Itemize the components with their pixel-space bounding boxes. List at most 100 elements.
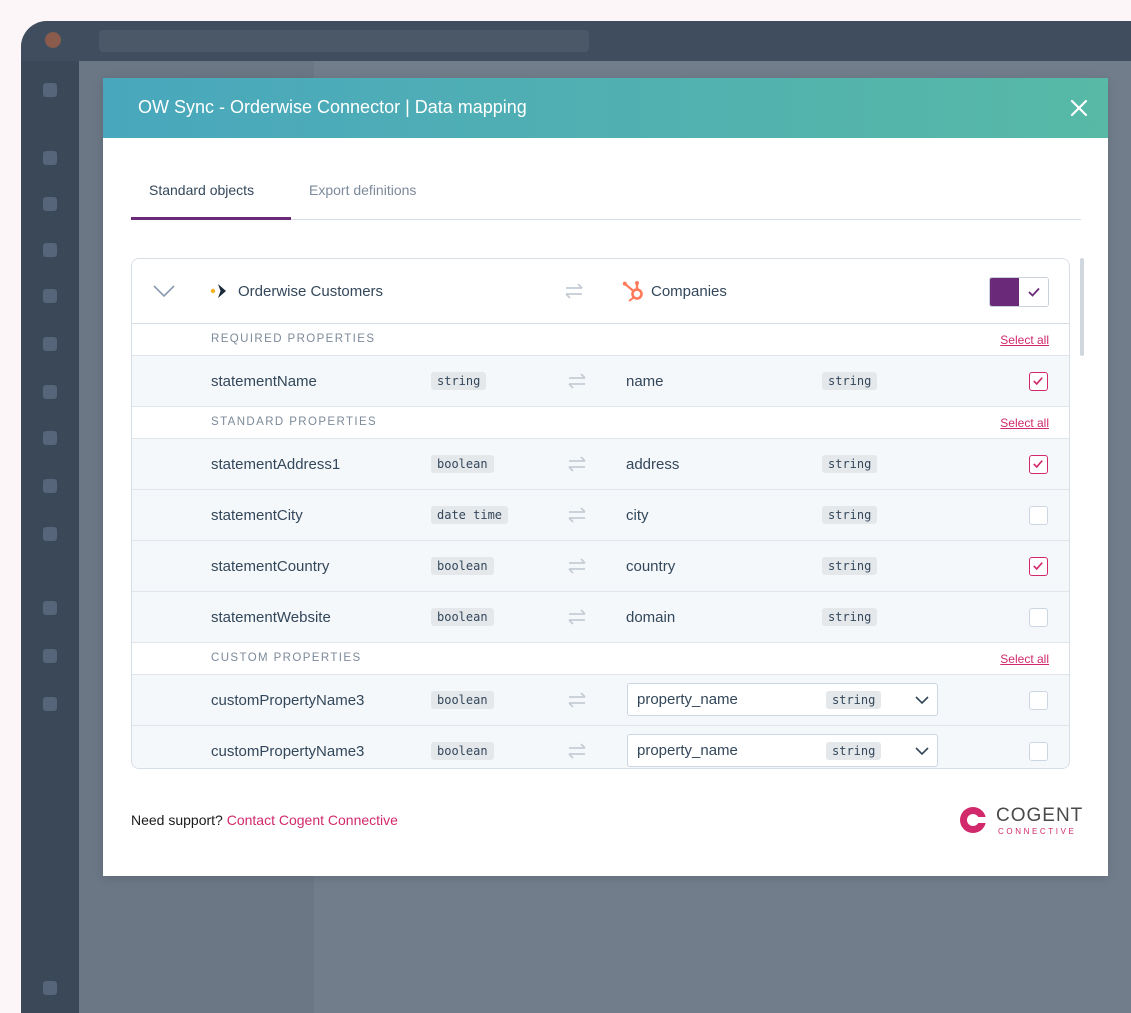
row-checkbox[interactable]	[1029, 506, 1048, 525]
target-type-badge: string	[822, 506, 878, 524]
target-property: city	[626, 507, 649, 524]
source-type-badge: boolean	[431, 742, 494, 760]
target-type-badge: string	[822, 608, 878, 626]
app-topbar	[21, 21, 1131, 61]
sidebar-icon	[43, 243, 57, 257]
row-checkbox[interactable]	[1029, 691, 1048, 710]
section-label: REQUIRED PROPERTIES	[211, 333, 376, 345]
data-mapping-modal: OW Sync - Orderwise Connector | Data map…	[103, 78, 1108, 876]
row-checkbox[interactable]	[1029, 455, 1048, 474]
brand-name: COGENT	[996, 805, 1084, 826]
source-property: statementCity	[211, 507, 303, 524]
target-property: country	[626, 558, 676, 575]
select-all-link[interactable]: Select all	[1000, 652, 1049, 666]
sidebar-icon	[43, 151, 57, 165]
orderwise-logo-icon	[210, 284, 226, 298]
selected-property: property_name	[637, 691, 738, 708]
check-icon	[1020, 278, 1048, 306]
target-object-name: Companies	[651, 283, 727, 300]
contact-link[interactable]: Contact Cogent Connective	[227, 812, 398, 828]
app-logo-icon	[45, 32, 61, 48]
selected-property: property_name	[637, 742, 738, 759]
close-icon[interactable]	[1066, 95, 1092, 121]
sidebar-icon	[43, 697, 57, 711]
chevron-down-icon	[915, 696, 929, 705]
modal-header: OW Sync - Orderwise Connector | Data map…	[103, 78, 1108, 138]
cogent-logo-icon	[960, 807, 987, 833]
chevron-down-icon	[915, 747, 929, 756]
sidebar-icon	[43, 601, 57, 615]
source-type-badge: boolean	[431, 608, 494, 626]
source-type-badge: boolean	[431, 691, 494, 709]
select-all-link[interactable]: Select all	[1000, 416, 1049, 430]
source-property: customPropertyName3	[211, 743, 365, 760]
swap-arrows-icon	[568, 507, 586, 523]
target-property: name	[626, 373, 664, 390]
target-type-badge: string	[822, 455, 878, 473]
section-standard-properties: STANDARD PROPERTIES Select all	[132, 407, 1069, 439]
source-object-name: Orderwise Customers	[238, 283, 384, 300]
swap-arrows-icon	[568, 456, 586, 472]
check-icon	[1033, 460, 1043, 469]
sidebar-icon	[43, 289, 57, 303]
swap-arrows-icon	[565, 283, 583, 299]
source-type-badge: boolean	[431, 455, 494, 473]
source-property: customPropertyName3	[211, 692, 365, 709]
object-mapping-card: Orderwise Customers Companies REQUIRED P…	[131, 258, 1070, 769]
target-type-badge: string	[826, 691, 882, 709]
sidebar-icon	[43, 527, 57, 541]
support-prompt: Need support?	[131, 812, 223, 828]
tab-standard-objects[interactable]: Standard objects	[131, 182, 291, 220]
mapping-row: statementWebsite boolean domain string	[132, 592, 1069, 643]
sidebar-icon	[43, 431, 57, 445]
sidebar-icon	[43, 981, 57, 995]
row-checkbox[interactable]	[1029, 608, 1048, 627]
app-search-bar	[99, 30, 589, 52]
swap-arrows-icon	[568, 743, 586, 759]
target-property-select[interactable]: property_name string	[627, 683, 938, 716]
target-property-select[interactable]: property_name string	[627, 734, 938, 767]
row-checkbox[interactable]	[1029, 372, 1048, 391]
source-type-badge: date time	[431, 506, 509, 524]
target-type-badge: string	[822, 557, 878, 575]
target-property: domain	[626, 609, 676, 626]
mapping-row: statementCountry boolean country string	[132, 541, 1069, 592]
mapping-row: statementName string name string	[132, 356, 1069, 407]
check-icon	[1033, 562, 1043, 571]
app-sidebar	[21, 61, 79, 1013]
modal-title: OW Sync - Orderwise Connector | Data map…	[138, 97, 527, 117]
sidebar-icon	[43, 83, 57, 97]
mapping-row: statementAddress1 boolean address string	[132, 439, 1069, 490]
tab-export-definitions[interactable]: Export definitions	[291, 182, 434, 220]
swap-arrows-icon	[568, 558, 586, 574]
section-label: STANDARD PROPERTIES	[211, 416, 378, 428]
sidebar-icon	[43, 649, 57, 663]
source-type-badge: string	[431, 372, 487, 390]
target-type-badge: string	[822, 372, 878, 390]
cogent-brand: COGENT CONNECTIVE	[956, 803, 1086, 839]
select-all-link[interactable]: Select all	[1000, 333, 1049, 347]
row-checkbox[interactable]	[1029, 742, 1048, 761]
mapping-row: customPropertyName3 boolean property_nam…	[132, 675, 1069, 726]
row-checkbox[interactable]	[1029, 557, 1048, 576]
mapping-row: customPropertyName3 boolean property_nam…	[132, 726, 1069, 768]
support-footer: Need support? Contact Cogent Connective	[131, 812, 398, 828]
brand-tagline: CONNECTIVE	[998, 827, 1077, 836]
object-mapping-header: Orderwise Customers Companies	[132, 259, 1069, 324]
hubspot-logo-icon	[622, 281, 643, 302]
sidebar-icon	[43, 197, 57, 211]
mapping-row: statementCity date time city string	[132, 490, 1069, 541]
check-icon	[1033, 377, 1043, 386]
tab-bar: Standard objects Export definitions	[131, 176, 1081, 220]
object-sync-toggle[interactable]	[989, 277, 1049, 307]
sidebar-icon	[43, 479, 57, 493]
section-label: CUSTOM PROPERTIES	[211, 652, 362, 664]
toggle-knob	[990, 278, 1019, 306]
section-required-properties: REQUIRED PROPERTIES Select all	[132, 324, 1069, 356]
source-property: statementName	[211, 373, 317, 390]
section-custom-properties: CUSTOM PROPERTIES Select all	[132, 643, 1069, 675]
source-property: statementAddress1	[211, 456, 341, 473]
scrollbar-thumb[interactable]	[1080, 258, 1084, 356]
chevron-down-icon[interactable]	[152, 281, 176, 301]
source-property: statementWebsite	[211, 609, 331, 626]
